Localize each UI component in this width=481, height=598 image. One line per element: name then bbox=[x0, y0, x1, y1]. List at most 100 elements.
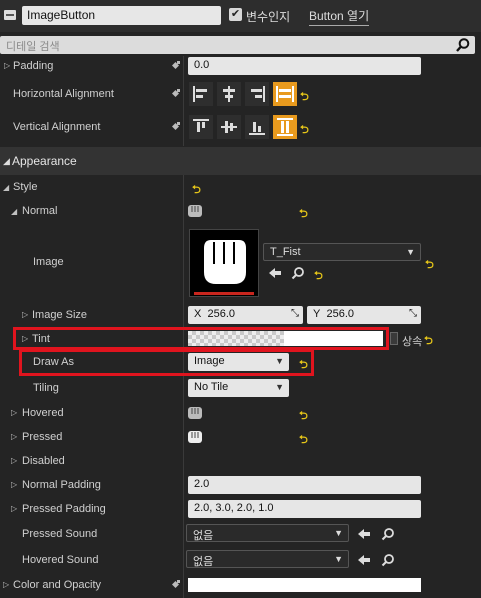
expand-arrow-icon[interactable]: ▷ bbox=[11, 408, 17, 417]
align-fill-icon bbox=[276, 86, 294, 102]
pressed-sound-value: 없음 bbox=[193, 530, 214, 542]
keyframe-icon[interactable] bbox=[170, 579, 181, 590]
keyframe-icon[interactable] bbox=[170, 60, 181, 71]
x-value: 256.0 bbox=[207, 308, 235, 320]
is-variable-checkbox[interactable]: ✔ bbox=[229, 8, 242, 21]
tiling-label: Tiling bbox=[33, 382, 59, 394]
use-selected-arrow-icon[interactable] bbox=[357, 527, 371, 541]
x-axis-label: X bbox=[194, 308, 202, 320]
column-divider bbox=[183, 175, 184, 598]
collapse-arrow-icon[interactable]: ◢ bbox=[3, 183, 9, 192]
align-middle-button[interactable] bbox=[217, 115, 241, 139]
reset-arrow-icon[interactable]: ⮌ bbox=[424, 332, 433, 351]
pressed-padding-input[interactable]: 2.0, 3.0, 2.0, 1.0 bbox=[188, 500, 421, 518]
reset-arrow-icon[interactable]: ⮌ bbox=[425, 256, 434, 275]
expand-arrow-icon[interactable]: ▷ bbox=[22, 310, 28, 319]
padding-label: Padding bbox=[13, 60, 54, 72]
normal-padding-label: Normal Padding bbox=[22, 479, 101, 491]
drag-handle-icon[interactable]: ⤡ bbox=[291, 308, 299, 319]
hovered-sound-value: 없음 bbox=[193, 556, 214, 568]
pressed-sound-dropdown[interactable]: 없음 ▼ bbox=[186, 524, 349, 542]
keyframe-icon[interactable] bbox=[170, 121, 181, 132]
fist-brush-icon bbox=[188, 407, 202, 419]
open-button-link[interactable]: Button 열기 bbox=[309, 7, 370, 26]
align-fill-icon bbox=[277, 118, 293, 136]
widget-icon bbox=[4, 10, 16, 20]
align-center-button[interactable] bbox=[217, 82, 241, 106]
hovered-sound-dropdown[interactable]: 없음 ▼ bbox=[186, 550, 349, 568]
check-icon: ✔ bbox=[230, 8, 241, 20]
reset-arrow-icon[interactable]: ⮌ bbox=[299, 407, 308, 426]
image-size-x-input[interactable]: X 256.0 ⤡ bbox=[188, 306, 303, 324]
color-and-opacity-swatch[interactable] bbox=[188, 578, 421, 592]
use-selected-arrow-icon[interactable] bbox=[268, 266, 282, 280]
reset-arrow-icon[interactable]: ⮌ bbox=[300, 121, 309, 140]
align-fill-button[interactable] bbox=[273, 82, 297, 106]
keyframe-icon[interactable] bbox=[170, 88, 181, 99]
appearance-label: Appearance bbox=[12, 154, 77, 168]
column-divider bbox=[183, 56, 184, 146]
draw-as-highlight-box bbox=[19, 349, 314, 376]
expand-arrow-icon[interactable]: ▷ bbox=[11, 480, 17, 489]
reset-arrow-icon[interactable]: ⮌ bbox=[299, 431, 308, 450]
expand-arrow-icon[interactable]: ▷ bbox=[11, 432, 17, 441]
hovered-label: Hovered bbox=[22, 407, 64, 419]
image-size-y-input[interactable]: Y 256.0 ⤡ bbox=[307, 306, 421, 324]
inherit-label: 상속 bbox=[402, 336, 423, 348]
y-axis-label: Y bbox=[313, 308, 321, 320]
reset-arrow-icon[interactable]: ⮌ bbox=[300, 88, 309, 107]
align-left-icon bbox=[193, 86, 207, 102]
image-thumbnail[interactable] bbox=[189, 229, 259, 297]
chevron-down-icon: ▼ bbox=[334, 528, 343, 538]
color-and-opacity-label: Color and Opacity bbox=[13, 579, 102, 591]
reset-arrow-icon[interactable]: ⮌ bbox=[192, 181, 201, 200]
align-middle-icon bbox=[221, 121, 237, 133]
chevron-down-icon: ▼ bbox=[334, 554, 343, 564]
horizontal-alignment-label: Horizontal Alignment bbox=[13, 88, 114, 100]
vertical-alignment-label: Vertical Alignment bbox=[13, 121, 101, 133]
align-right-icon bbox=[251, 86, 265, 102]
align-bottom-button[interactable] bbox=[245, 115, 269, 139]
hovered-sound-label: Hovered Sound bbox=[22, 554, 99, 566]
chevron-down-icon: ▼ bbox=[406, 247, 415, 257]
chevron-down-icon: ▼ bbox=[275, 382, 284, 392]
align-vfill-button[interactable] bbox=[273, 115, 297, 139]
reset-arrow-icon[interactable]: ⮌ bbox=[299, 205, 308, 224]
image-size-label: Image Size bbox=[32, 309, 88, 321]
align-left-button[interactable] bbox=[189, 82, 213, 106]
collapse-arrow-icon[interactable]: ◢ bbox=[11, 207, 17, 216]
expand-arrow-icon[interactable]: ▷ bbox=[4, 61, 10, 70]
details-search-input[interactable]: 디테일 검색 bbox=[0, 36, 475, 54]
normal-label: Normal bbox=[22, 205, 58, 217]
align-top-button[interactable] bbox=[189, 115, 213, 139]
pressed-padding-label: Pressed Padding bbox=[22, 503, 106, 515]
drag-handle-icon[interactable]: ⤡ bbox=[409, 308, 417, 319]
browse-icon[interactable] bbox=[381, 527, 395, 541]
fist-brush-icon bbox=[188, 205, 202, 217]
expand-arrow-icon[interactable]: ▷ bbox=[3, 580, 9, 589]
align-top-icon bbox=[193, 119, 209, 132]
align-bottom-icon bbox=[249, 122, 265, 135]
expand-arrow-icon[interactable]: ▷ bbox=[11, 504, 17, 513]
padding-value-input[interactable]: 0.0 bbox=[188, 57, 421, 75]
use-selected-arrow-icon[interactable] bbox=[357, 553, 371, 567]
fist-brush-icon bbox=[188, 431, 202, 443]
align-right-button[interactable] bbox=[245, 82, 269, 106]
image-asset-name: T_Fist bbox=[270, 246, 301, 258]
collapse-arrow-icon[interactable]: ◢ bbox=[3, 156, 10, 167]
search-icon[interactable] bbox=[455, 37, 471, 53]
normal-padding-input[interactable]: 2.0 bbox=[188, 476, 421, 494]
tiling-dropdown[interactable]: No Tile ▼ bbox=[188, 379, 289, 397]
y-value: 256.0 bbox=[326, 308, 354, 320]
browse-icon[interactable] bbox=[381, 553, 395, 567]
expand-arrow-icon[interactable]: ▷ bbox=[11, 456, 17, 465]
widget-name-input[interactable]: ImageButton bbox=[22, 6, 221, 25]
fist-thumbnail-icon bbox=[190, 230, 258, 296]
browse-icon[interactable] bbox=[291, 266, 305, 280]
is-variable-label: 변수인지 bbox=[246, 10, 291, 24]
reset-arrow-icon[interactable]: ⮌ bbox=[314, 267, 323, 286]
image-asset-dropdown[interactable]: T_Fist ▼ bbox=[263, 243, 421, 261]
tint-highlight-box bbox=[13, 327, 389, 350]
inherit-checkbox[interactable] bbox=[390, 332, 398, 345]
image-label: Image bbox=[33, 256, 64, 268]
